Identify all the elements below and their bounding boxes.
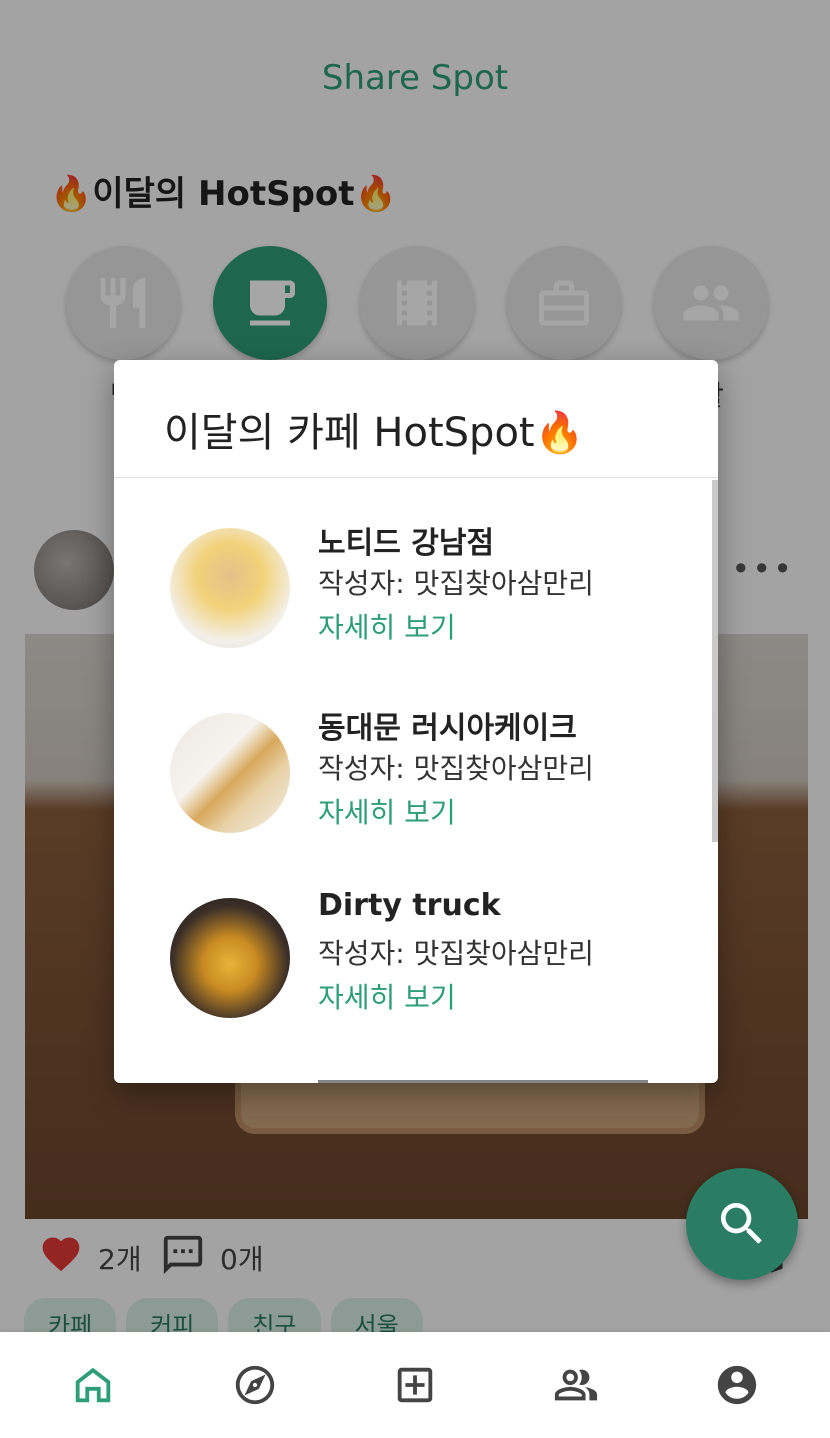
compass-icon: [235, 1365, 275, 1405]
hotspot-dialog: 이달의 카페 HotSpot🔥 노티드 강남점 작성자: 맛집찾아삼만리 자세히…: [114, 360, 718, 1083]
view-details-link[interactable]: 자세히 보기: [318, 976, 456, 1016]
nav-add[interactable]: [392, 1362, 438, 1408]
spot-author: 작성자: 맛집찾아삼만리: [318, 752, 594, 785]
nav-profile[interactable]: [714, 1362, 760, 1408]
friends-icon: [554, 1369, 598, 1401]
next-item-peek: [318, 1080, 648, 1083]
spot-thumbnail: [170, 528, 290, 648]
list-item[interactable]: Dirty truck 작성자: 맛집찾아삼만리 자세히 보기: [170, 888, 690, 1018]
divider: [114, 477, 718, 478]
nav-friends[interactable]: [553, 1362, 599, 1408]
home-icon: [75, 1367, 111, 1403]
dialog-title: 이달의 카페 HotSpot🔥: [164, 410, 585, 456]
add-box-icon: [397, 1367, 433, 1403]
view-details-link[interactable]: 자세히 보기: [318, 791, 456, 831]
spot-name: Dirty truck: [318, 888, 501, 923]
spot-name: 동대문 러시아케이크: [318, 711, 577, 746]
nav-home[interactable]: [70, 1362, 116, 1408]
spot-author: 작성자: 맛집찾아삼만리: [318, 937, 594, 970]
spot-thumbnail: [170, 713, 290, 833]
search-icon: [721, 1203, 762, 1244]
spot-thumbnail: [170, 898, 290, 1018]
view-details-link[interactable]: 자세히 보기: [318, 606, 456, 646]
nav-explore[interactable]: [232, 1362, 278, 1408]
scrollbar[interactable]: [712, 480, 718, 842]
spot-author: 작성자: 맛집찾아삼만리: [318, 567, 594, 600]
search-fab[interactable]: [686, 1168, 798, 1280]
account-icon: [717, 1365, 757, 1405]
list-item[interactable]: 노티드 강남점 작성자: 맛집찾아삼만리 자세히 보기: [170, 518, 690, 648]
spot-name: 노티드 강남점: [318, 526, 495, 561]
list-item[interactable]: 동대문 러시아케이크 작성자: 맛집찾아삼만리 자세히 보기: [170, 703, 690, 833]
bottom-nav: [0, 1332, 830, 1438]
